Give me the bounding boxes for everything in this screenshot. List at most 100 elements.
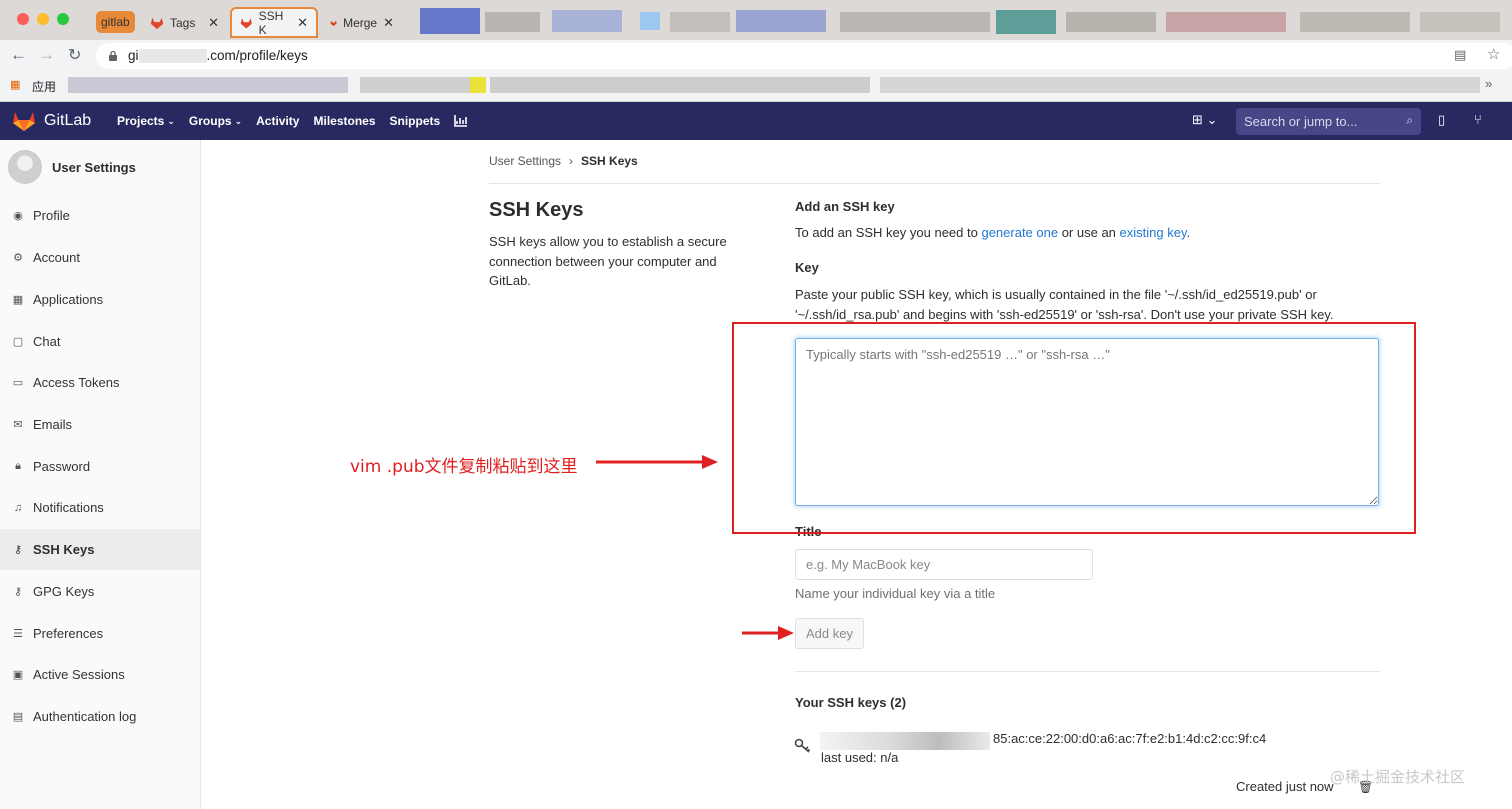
blurred-tab[interactable] xyxy=(552,10,622,32)
blurred-tab[interactable] xyxy=(1066,12,1156,32)
blurred-tab[interactable] xyxy=(1300,12,1410,32)
bookmarks-bar: ▦ 应用 » xyxy=(0,71,1512,102)
blurred-tab[interactable] xyxy=(420,8,480,34)
maximize-window-button[interactable] xyxy=(57,13,69,25)
sidebar-item-chat[interactable]: ▢ Chat xyxy=(0,321,200,362)
sidebar-item-authentication-log[interactable]: ▤ Authentication log xyxy=(0,696,200,737)
sidebar-item-label: GPG Keys xyxy=(33,584,95,599)
blurred-bookmarks[interactable] xyxy=(470,77,486,93)
bell-icon: ♫ xyxy=(13,501,23,514)
close-tab-icon[interactable]: ✕ xyxy=(297,15,308,31)
key-created: Created just now xyxy=(1236,779,1334,794)
omnibox[interactable]: gi .com/profile/keys ▤ ☆ xyxy=(96,43,1512,69)
sidebar-item-label: Chat xyxy=(33,334,61,349)
sidebar-item-password[interactable]: 🔒︎ Password xyxy=(0,446,200,487)
sidebar-item-active-sessions[interactable]: ▣ Active Sessions xyxy=(0,654,200,695)
divider xyxy=(795,671,1380,672)
translate-icon[interactable]: ▤ xyxy=(1454,47,1466,63)
blurred-tab[interactable] xyxy=(1420,12,1500,32)
sidebar-item-label: Profile xyxy=(33,208,70,223)
minimize-window-button[interactable] xyxy=(37,13,49,25)
sidebar-item-account[interactable]: ⚙ Account xyxy=(0,237,200,278)
sidebar-item-gpg-keys[interactable]: ⚷ GPG Keys xyxy=(0,571,200,612)
gitlab-header: GitLab Projects ⌄ Groups ⌄ Activity Milest… xyxy=(0,102,1512,140)
key-fingerprint[interactable]: 85:ac:ce:22:00:d0:a6:ac:7f:e2:b1:4d:c2:c… xyxy=(993,731,1266,746)
sidebar-item-applications[interactable]: ▦ Applications xyxy=(0,279,200,320)
lock-icon[interactable] xyxy=(108,50,118,62)
blurred-key-title[interactable] xyxy=(820,732,990,750)
key-icon: ⚷ xyxy=(13,586,23,598)
existing-key-link[interactable]: existing key xyxy=(1120,225,1187,240)
nav-activity[interactable]: Activity xyxy=(256,114,299,128)
add-key-heading: Add an SSH key xyxy=(795,199,895,214)
nav-label: Activity xyxy=(256,114,300,128)
blurred-bookmarks[interactable] xyxy=(880,77,1480,93)
tab-merge[interactable]: Merge ✕ xyxy=(322,8,402,38)
chart-icon[interactable] xyxy=(454,115,468,127)
add-key-button[interactable]: Add key xyxy=(795,618,864,649)
merge-request-icon[interactable]: ⑂ xyxy=(1474,112,1482,127)
blurred-tab[interactable] xyxy=(996,10,1056,34)
sidebar-item-ssh-keys[interactable]: ⚷ SSH Keys xyxy=(0,529,200,570)
reload-icon[interactable]: ↻ xyxy=(68,45,81,65)
sidebar-item-notifications[interactable]: ♫ Notifications xyxy=(0,487,200,528)
more-bookmarks-icon[interactable]: » xyxy=(1485,76,1492,91)
gitlab-tanuki-icon xyxy=(13,112,35,131)
blurred-bookmarks[interactable] xyxy=(68,77,348,93)
nav-groups[interactable]: Groups ⌄ xyxy=(189,114,242,128)
sidebar-item-emails[interactable]: ✉ Emails xyxy=(0,404,200,445)
blurred-tab[interactable] xyxy=(485,12,540,32)
back-icon[interactable]: ← xyxy=(10,45,27,65)
title-input[interactable] xyxy=(795,549,1093,580)
sidebar-item-profile[interactable]: ◉ Profile xyxy=(0,195,200,236)
blurred-tab[interactable] xyxy=(840,12,990,32)
search-input[interactable] xyxy=(1236,108,1421,135)
nav-milestones[interactable]: Milestones xyxy=(313,114,375,128)
chevron-down-icon: ⌄ xyxy=(234,115,243,126)
browser-tab-strip: gitlab Tags ✕ SSH K ✕ Merge ✕ xyxy=(0,0,1512,40)
sidebar-item-access-tokens[interactable]: ▭ Access Tokens xyxy=(0,362,200,403)
nav-snippets[interactable]: Snippets xyxy=(390,114,441,128)
url-text: gi .com/profile/keys xyxy=(128,48,308,64)
blurred-tab[interactable] xyxy=(640,12,660,30)
token-icon: ▭ xyxy=(12,377,24,389)
blurred-url-host xyxy=(138,49,207,64)
tab-group-gitlab[interactable]: gitlab xyxy=(96,11,135,33)
forward-icon[interactable]: → xyxy=(38,45,55,65)
section-description: SSH keys allow you to establish a secure… xyxy=(489,234,727,288)
new-plus-icon[interactable]: ⊞ ⌄ xyxy=(1192,112,1217,128)
breadcrumb-current[interactable]: SSH Keys xyxy=(581,154,638,168)
blurred-tab[interactable] xyxy=(1166,12,1286,32)
blurred-tab[interactable] xyxy=(670,12,730,32)
chat-icon: ▢ xyxy=(12,336,24,348)
gitlab-logo[interactable]: GitLab xyxy=(12,110,91,132)
blurred-bookmarks[interactable] xyxy=(490,77,870,93)
add-key-intro: To add an SSH key you need to generate o… xyxy=(795,223,1190,243)
sidebar-header[interactable]: User Settings xyxy=(8,150,136,184)
generate-one-link[interactable]: generate one xyxy=(981,225,1058,240)
search-icon[interactable]: ⌕ xyxy=(1406,113,1413,128)
search-box[interactable]: ⌕ xyxy=(1236,108,1421,135)
nav-label: Milestones xyxy=(313,114,376,128)
apps-grid-icon[interactable]: ▦ xyxy=(10,78,20,91)
sidebar-item-label: Notifications xyxy=(33,500,104,515)
bookmark-apps[interactable]: 应用 xyxy=(32,78,56,95)
gitlab-favicon-icon xyxy=(330,20,337,27)
tab-ssh-keys[interactable]: SSH K ✕ xyxy=(230,7,318,38)
sidebar-title: User Settings xyxy=(52,159,136,175)
issues-icon[interactable]: ▯ xyxy=(1438,112,1445,128)
sidebar-item-preferences[interactable]: ☰ Preferences xyxy=(0,613,200,654)
bookmark-star-icon[interactable]: ☆ xyxy=(1487,45,1500,63)
close-window-button[interactable] xyxy=(17,13,29,25)
profile-icon: ◉ xyxy=(13,210,23,222)
your-ssh-keys-heading: Your SSH keys (2) xyxy=(795,695,907,710)
close-tab-icon[interactable]: ✕ xyxy=(383,15,394,31)
blurred-tab[interactable] xyxy=(736,10,826,32)
tab-tags[interactable]: Tags ✕ xyxy=(142,8,227,38)
blurred-bookmarks[interactable] xyxy=(360,77,470,93)
watermark: @稀土掘金技术社区 xyxy=(1330,768,1466,786)
nav-projects[interactable]: Projects ⌄ xyxy=(117,114,175,128)
close-tab-icon[interactable]: ✕ xyxy=(208,15,219,31)
annotation-text: vim .pub文件复制粘贴到这里 xyxy=(350,457,578,477)
breadcrumb-parent[interactable]: User Settings xyxy=(489,154,561,168)
